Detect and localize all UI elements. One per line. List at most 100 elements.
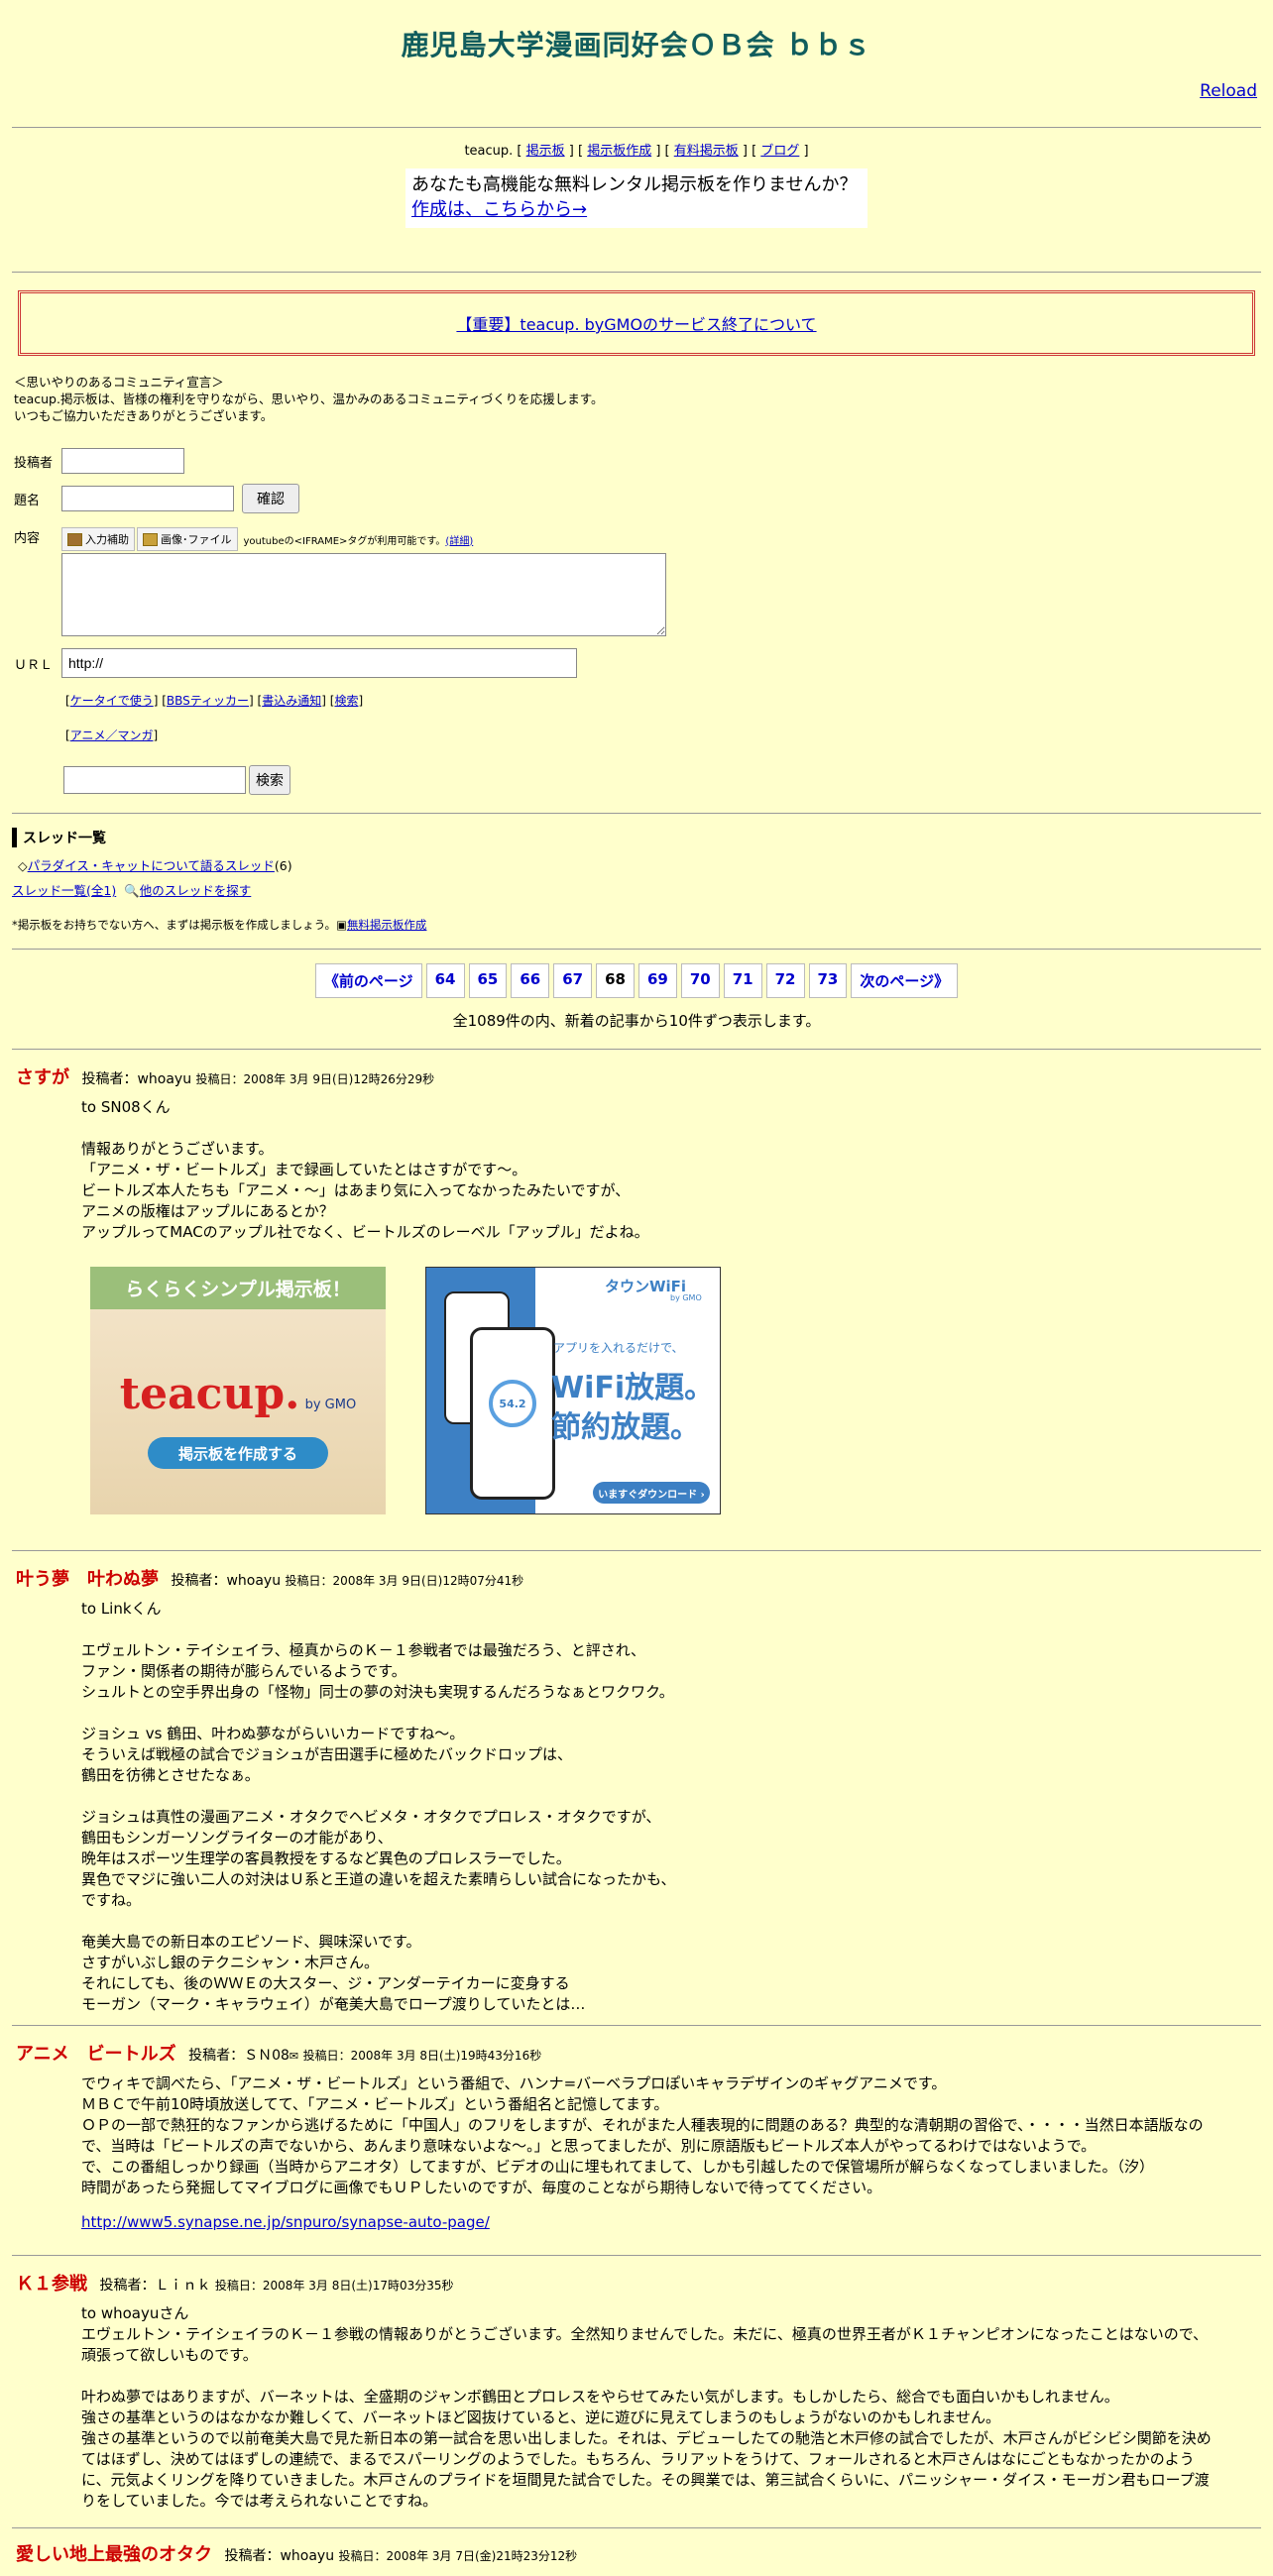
post-title: 愛しい地上最強のオタク	[16, 2544, 212, 2565]
thread-link[interactable]: パラダイス・キャットについて語るスレッド	[28, 858, 275, 873]
post-line: さすがいぶし銀のテクニシャン・木戸さん。	[81, 1954, 380, 1971]
post-body: to whoayuさん エヴェルトン・テイシェイラのＫ－１参戦の情報ありがとうご…	[81, 2303, 1217, 2512]
divider	[12, 949, 1261, 950]
post-line: ですね。	[81, 1891, 142, 1909]
bbs-link[interactable]: 掲示板	[526, 144, 565, 159]
declaration-text: teacup.掲示板は、皆様の権利を守りながら、思いやり、温かみのあるコミュニテ…	[14, 392, 604, 406]
important-notice: 【重要】teacup. byGMOのサービス終了について	[18, 290, 1255, 356]
declaration-title: ＜思いやりのあるコミュニティ宣言＞	[14, 375, 224, 390]
youtube-note: youtubeの<IFRAME>タグが利用可能です。	[243, 535, 446, 547]
detail-link[interactable]: (詳細)	[445, 532, 473, 547]
page-link[interactable]: 65	[468, 963, 508, 998]
page-link[interactable]: 71	[723, 963, 762, 998]
post-line: で、この番組しっかり録画（当時からアニオタ）してますが、ビデオの山に埋もれてまし…	[81, 2158, 1154, 2176]
post-line: 情報ありがとうございます。	[81, 1140, 274, 1158]
townwifi-ad[interactable]: 54.2 タウンWiFi by GMO アプリを入れるだけで、 WiFi放題。 …	[425, 1267, 721, 1514]
post-date: 投稿日：2008年 3月 7日(金)21時23分12秒	[338, 2549, 578, 2563]
post-line: to SN08くん	[81, 1098, 171, 1116]
post-line: でウィキで調べたら、「アニメ・ザ・ビートルズ」という番組で、ハンナ=バーベラプロ…	[81, 2074, 947, 2092]
post-date: 投稿日：2008年 3月 8日(土)19時43分16秒	[302, 2049, 542, 2063]
post-author: whoayu	[280, 2548, 335, 2564]
utility-links: [ケータイで使う] [BBSティッカー] [書込み通知] [検索]	[65, 694, 364, 708]
search-link[interactable]: 検索	[334, 694, 358, 708]
post-author: Ｌｉｎｋ	[155, 2278, 211, 2294]
promo-text: あなたも高機能な無料レンタル掲示板を作りませんか？	[411, 174, 858, 195]
ad1-logo: teacup.	[119, 1369, 300, 1419]
page-link[interactable]: 72	[765, 963, 805, 998]
post-line: 奄美大島での新日本のエピソード、興味深いです。	[81, 1933, 421, 1951]
service-end-notice-link[interactable]: 【重要】teacup. byGMOのサービス終了について	[456, 311, 816, 335]
page-link[interactable]: 66	[511, 963, 550, 998]
mobile-link[interactable]: ケータイで使う	[70, 694, 154, 708]
post: 愛しい地上最強のオタク 投稿者：whoayu 投稿日：2008年 3月 7日(金…	[12, 2528, 1261, 2576]
post-line: 異色でマジに強い二人の対決はＵ系と王道の違いを超えた素晴らしい試合になったかも、	[81, 1870, 676, 1888]
post-line: アニメの版権はアップルにあるとか？	[81, 1202, 334, 1220]
search-input[interactable]	[63, 766, 246, 794]
reload-link[interactable]: Reload	[1200, 81, 1257, 101]
author-label: 投稿者：	[99, 2278, 156, 2294]
notify-link[interactable]: 書込み通知	[262, 694, 321, 708]
input-help-icon	[67, 532, 82, 546]
post-line: アップルってMACのアップル社でなく、ビートルズのレーベル「アップル」だよね。	[81, 1223, 649, 1241]
free-bbs-create-link[interactable]: 無料掲示板作成	[347, 918, 427, 932]
prev-page-link[interactable]: 《前のページ	[314, 963, 422, 998]
post-line: 強さの基準というので以前奄美大島で見た新日本の第一試合を思い出しました。それは、…	[81, 2429, 1212, 2510]
mail-icon[interactable]: ✉	[289, 2050, 298, 2063]
post-line: ＯＰの一部で熱狂的なファンから逃げるために「中国人」のフリをしますが、それがまた…	[81, 2116, 1204, 2155]
input-help-label: 入力補助	[85, 533, 129, 546]
category-link[interactable]: アニメ／マンガ	[70, 728, 154, 742]
page-summary: 全1089件の内、新着の記事から10件ずつ表示します。	[452, 1012, 821, 1030]
ad1-title: らくらくシンプル掲示板！	[90, 1267, 386, 1309]
post-title: さすが	[16, 1067, 69, 1088]
post-line: ファン・関係者の期待が膨らんでいるようです。	[81, 1662, 406, 1680]
post-link[interactable]: http://www5.synapse.ne.jp/snpuro/synapse…	[81, 2213, 490, 2231]
paid-bbs-link[interactable]: 有料掲示板	[674, 144, 739, 159]
input-help-tool[interactable]: 入力補助	[61, 527, 135, 551]
all-threads-link[interactable]: スレッド一覧(全1)	[12, 883, 116, 898]
promo-link[interactable]: 作成は、こちらから→	[411, 199, 587, 220]
next-page-link[interactable]: 次のページ》	[851, 963, 959, 998]
post: Ｋ１参戦 投稿者：Ｌｉｎｋ 投稿日：2008年 3月 8日(土)17時03分35…	[12, 2256, 1261, 2521]
post-title: アニメ ビートルズ	[16, 2044, 176, 2065]
author-label: 投稿者：	[171, 1573, 227, 1589]
page-link[interactable]: 69	[638, 963, 677, 998]
create-bbs-link[interactable]: 掲示板作成	[587, 144, 651, 159]
ad2-gmo: by GMO	[670, 1293, 702, 1302]
post-author: whoayu	[226, 1573, 282, 1589]
teacup-ad[interactable]: らくらくシンプル掲示板！ teacup. by GMO 掲示板を作成する	[90, 1267, 386, 1514]
declaration-thanks: いつもご協力いただきありがとうございます。	[14, 408, 274, 423]
post-line: to Linkくん	[81, 1600, 162, 1618]
post-line: ビートルズ本人たちも「アニメ・～」はあまり気に入ってなかったみたいですが、	[81, 1181, 631, 1199]
post-author: ＳＮ08	[244, 2048, 289, 2064]
find-threads-link[interactable]: 他のスレッドを探す	[140, 883, 252, 898]
ad2-button[interactable]: いますぐダウンロード ›	[593, 1482, 710, 1504]
divider	[12, 127, 1261, 128]
url-input[interactable]	[61, 648, 577, 678]
post-header: Ｋ１参戦 投稿者：Ｌｉｎｋ 投稿日：2008年 3月 8日(土)17時03分35…	[16, 2270, 1257, 2296]
confirm-button[interactable]: 確認	[242, 484, 299, 513]
subject-input[interactable]	[61, 486, 234, 511]
folder-icon	[143, 532, 158, 546]
ad1-gmo: by GMO	[304, 1398, 357, 1412]
image-file-tool[interactable]: 画像･ファイル	[137, 527, 238, 551]
author-label: 投稿者	[14, 455, 54, 471]
blog-link[interactable]: ブログ	[760, 144, 799, 159]
page-link[interactable]: 67	[553, 963, 593, 998]
page-link[interactable]: 64	[425, 963, 465, 998]
author-label: 投稿者：	[188, 2048, 245, 2064]
post-line: 叶わぬ夢ではありますが、バーネットは、全盛期のジャンボ鶴田とプロレスをやらせてみ…	[81, 2388, 1119, 2406]
subject-label: 題名	[14, 493, 41, 508]
ad1-button[interactable]: 掲示板を作成する	[148, 1437, 328, 1469]
post-line: エヴェルトン・テイシェイラのＫ－１参戦の情報ありがとうございます。全然知りません…	[81, 2325, 1209, 2364]
post-line: モーガン（マーク・キャラウェイ）が奄美大島でロープ渡りしていたとは…	[81, 1995, 586, 2013]
page-link[interactable]: 70	[680, 963, 720, 998]
divider	[12, 272, 1261, 273]
search-button[interactable]: 検索	[249, 765, 290, 795]
post-header: アニメ ビートルズ 投稿者：ＳＮ08✉ 投稿日：2008年 3月 8日(土)19…	[16, 2040, 1257, 2066]
author-input[interactable]	[61, 448, 184, 474]
post-line: ジョシュ vs 鶴田、叶わぬ夢ながらいいカードですね～。	[81, 1725, 465, 1742]
ticker-link[interactable]: BBSティッカー	[167, 694, 249, 708]
ad2-text1: アプリを入れるだけで、	[553, 1341, 684, 1355]
content-textarea[interactable]	[61, 553, 666, 636]
page-link[interactable]: 73	[808, 963, 848, 998]
